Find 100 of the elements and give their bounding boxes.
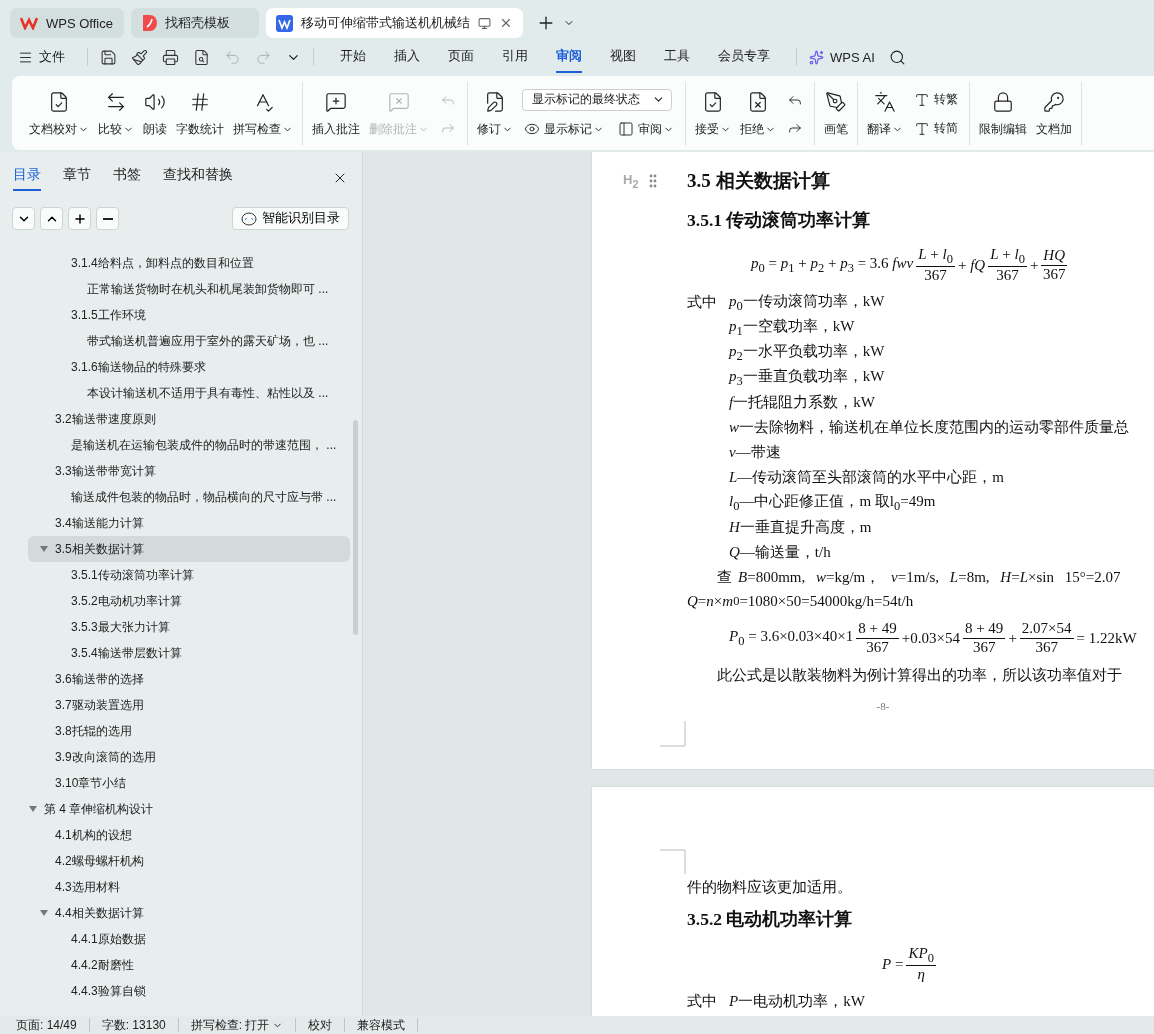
variable-definition: H一垂直提升高度，m (729, 518, 872, 537)
ribbon-button[interactable]: 文档加 (1032, 82, 1076, 146)
toc-item[interactable]: 3.10章节小结 (28, 770, 350, 796)
toc-item[interactable]: 3.5.1传动滚筒功率计算 (28, 562, 350, 588)
document-check-icon (702, 90, 724, 113)
text-icon (914, 91, 930, 108)
key-icon (1043, 90, 1065, 113)
toc-item[interactable]: 是输送机在运输包装成件的物品时的带速范围， ... (28, 432, 350, 458)
document-tab[interactable]: WPS Office (10, 8, 124, 38)
document-tab[interactable]: 移动可伸缩带式输送机机械结 (266, 8, 523, 38)
menu-tab[interactable]: 插入 (394, 41, 420, 73)
toc-item[interactable]: 3.9改向滚筒的选用 (28, 744, 350, 770)
toc-item[interactable]: 4.4.2耐磨性 (28, 952, 350, 978)
menu-tab[interactable]: 视图 (610, 41, 636, 73)
search-icon[interactable] (888, 48, 906, 66)
ribbon-button[interactable]: 修订 (473, 82, 517, 146)
variable-definition: w一去除物料，输送机在单位长度范围内的运动零部件质量总 (729, 418, 1129, 437)
panel-icon (618, 121, 634, 137)
ribbon-button[interactable]: 朗读 (139, 82, 171, 146)
ribbon-button[interactable]: 画笔 (820, 82, 852, 146)
toc-item[interactable]: 4.4.1原始数据 (28, 926, 350, 952)
expand-caret-icon[interactable] (28, 804, 38, 814)
markup-select[interactable]: 显示标记的最终状态 (522, 88, 672, 111)
toc-item[interactable]: 4.1机构的设想 (28, 822, 350, 848)
paragraph: B=800mm, w=kg/m， v=1m/s, L=8m, H=L×sin 15°=2.07 (738, 567, 1121, 587)
ribbon-button[interactable]: 转简 (912, 118, 960, 139)
heading-level-marker: H$_{2}$ (623, 172, 639, 190)
collapse-button[interactable] (12, 207, 35, 230)
toc-item[interactable]: 带式输送机普遍应用于室外的露天矿场，也 ... (28, 328, 350, 354)
menu-tab[interactable]: 会员专享 (718, 41, 770, 73)
status-item: 校对 (308, 1018, 346, 1032)
toc-item[interactable]: 3.5.4输送带层数计算 (28, 640, 350, 666)
menu-tab[interactable]: 页面 (448, 41, 474, 73)
pane-tab[interactable]: 章节 (63, 165, 91, 191)
ai-button[interactable]: WPS AI (809, 49, 875, 65)
ribbon-button[interactable]: 审阅 (616, 118, 676, 140)
leaf-logo-icon (141, 14, 157, 32)
toc-item[interactable]: 3.2输送带速度原则 (28, 406, 350, 432)
toc-item[interactable]: 3.3输送带带宽计算 (28, 458, 350, 484)
toc-item[interactable]: 输送成件包装的物品时，物品横向的尺寸应与带 ... (28, 484, 350, 510)
toc-item[interactable]: 3.1.5工作环境 (28, 302, 350, 328)
ribbon-button[interactable]: 字数统计 (172, 82, 228, 146)
expand-caret-icon[interactable] (39, 544, 49, 554)
toc-item[interactable]: 正常输送货物时在机头和机尾装卸货物即可 ... (28, 276, 350, 302)
toc-item[interactable]: 3.5相关数据计算 (28, 536, 350, 562)
promote-button[interactable] (68, 207, 91, 230)
monitor-icon[interactable] (478, 16, 491, 30)
toc-item[interactable]: 3.7驱动装置选用 (28, 692, 350, 718)
demote-button[interactable] (96, 207, 119, 230)
ribbon-button[interactable]: 翻译 (863, 82, 907, 146)
brush-icon[interactable] (131, 48, 148, 66)
print-preview-icon[interactable] (193, 48, 210, 66)
toc-item[interactable]: 3.5.3最大张力计算 (28, 614, 350, 640)
drag-handle-icon[interactable] (649, 174, 657, 188)
status-item: 字数: 13130 (101, 1018, 179, 1032)
status-item: 兼容模式 (357, 1018, 419, 1032)
eye-icon (524, 121, 540, 137)
ribbon-button[interactable]: 拼写检查 (229, 82, 297, 146)
ribbon-button[interactable]: 比较 (94, 82, 138, 146)
variable-definition: v—带速 (729, 443, 781, 462)
menu-tab[interactable]: 开始 (340, 41, 366, 73)
ribbon-button[interactable]: 文档校对 (25, 82, 93, 146)
scrollbar-thumb[interactable] (353, 420, 358, 635)
toc-item[interactable]: 4.3选用材料 (28, 874, 350, 900)
toc-item[interactable]: 3.6输送带的选择 (28, 666, 350, 692)
ribbon-button[interactable]: 转繁 (912, 89, 960, 110)
document-logo-icon (276, 14, 293, 32)
ribbon-button[interactable]: 拒绝 (736, 82, 780, 146)
pane-tab[interactable]: 目录 (13, 165, 41, 191)
save-icon[interactable] (100, 48, 117, 66)
toc-item[interactable]: 3.1.4给料点，卸料点的数目和位置 (28, 250, 350, 276)
ribbon-button[interactable]: 显示标记 (522, 118, 606, 140)
menu-tab[interactable]: 审阅 (556, 41, 582, 73)
file-menu-button[interactable]: 文件 (18, 48, 65, 66)
document-tab[interactable]: 找稻壳模板 (131, 8, 259, 38)
toc-item[interactable]: 3.5.2电动机功率计算 (28, 588, 350, 614)
pane-tab[interactable]: 书签 (113, 165, 141, 191)
smart-toc-button[interactable]: 智能识别目录 (232, 207, 349, 230)
toc-item[interactable]: 4.4.3验算自锁 (28, 978, 350, 1004)
ribbon-button[interactable]: 接受 (691, 82, 735, 146)
status-item[interactable]: 拼写检查: 打开 (190, 1018, 297, 1032)
variable-definition: P一电动机功率，kW (729, 992, 865, 1011)
toc-item[interactable]: 3.1.6输送物品的特殊要求 (28, 354, 350, 380)
print-icon[interactable] (162, 48, 179, 66)
ribbon-button[interactable]: 插入批注 (308, 82, 364, 146)
menu-icon (18, 49, 33, 65)
pane-tab[interactable]: 查找和替换 (163, 165, 233, 191)
toc-item[interactable]: 3.8托辊的选用 (28, 718, 350, 744)
toc-item[interactable]: 4.4相关数据计算 (28, 900, 350, 926)
toc-item[interactable]: 本设计输送机不适用于具有毒性、粘性以及 ... (28, 380, 350, 406)
toc-item[interactable]: 第 4 章伸缩机构设计 (28, 796, 350, 822)
expand-caret-icon[interactable] (39, 908, 49, 918)
toc-item[interactable]: 3.4输送能力计算 (28, 510, 350, 536)
menu-tab[interactable]: 引用 (502, 41, 528, 73)
ribbon-button[interactable]: 限制编辑 (975, 82, 1031, 146)
toc-item[interactable]: 4.2螺母螺杆机构 (28, 848, 350, 874)
page-number: -8- (875, 699, 891, 714)
plus-icon (72, 211, 87, 226)
menu-tab[interactable]: 工具 (664, 41, 690, 73)
expand-button[interactable] (40, 207, 63, 230)
